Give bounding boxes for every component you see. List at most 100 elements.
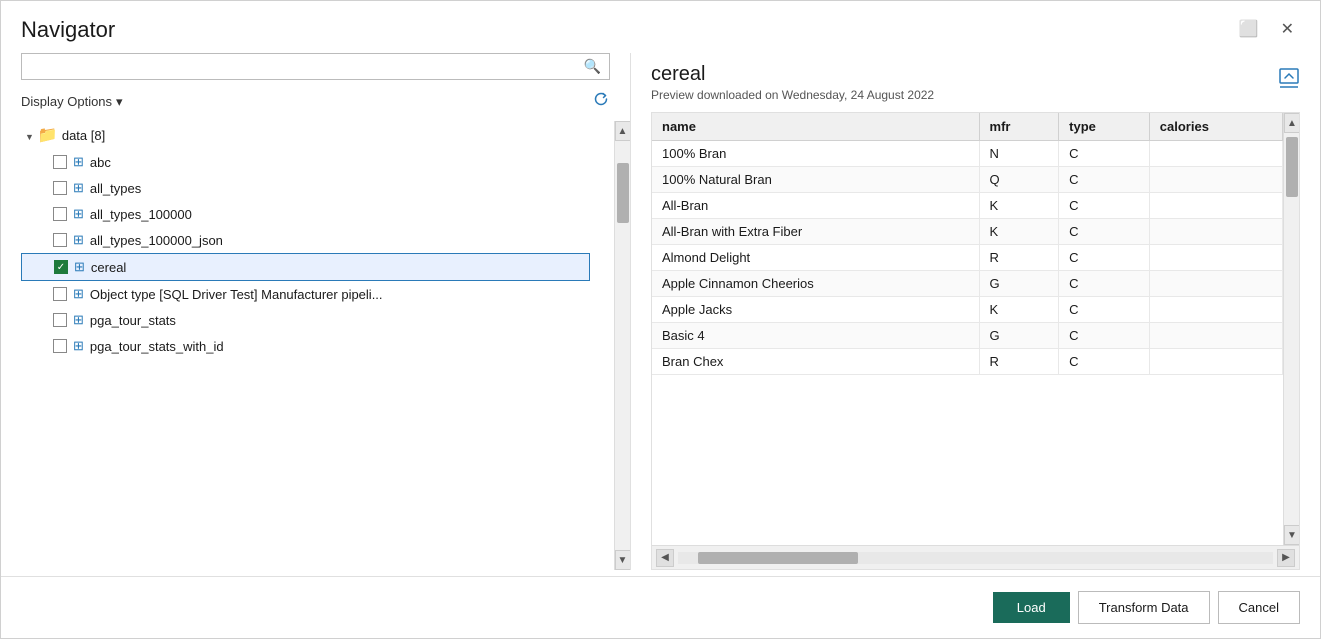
- cell-calories: [1149, 323, 1282, 349]
- cell-name: Apple Jacks: [652, 297, 979, 323]
- cell-type: C: [1059, 297, 1150, 323]
- table-row: 100% Natural BranQC: [652, 167, 1283, 193]
- cell-mfr: K: [979, 297, 1059, 323]
- table-header-row: name mfr type calories: [652, 113, 1283, 141]
- refresh-button[interactable]: [592, 90, 610, 113]
- close-button[interactable]: ✕: [1275, 20, 1300, 40]
- preview-title-group: cereal Preview downloaded on Wednesday, …: [651, 63, 934, 102]
- transform-data-button[interactable]: Transform Data: [1078, 591, 1210, 624]
- folder-label: data [8]: [62, 128, 105, 143]
- table-hscroll-thumb[interactable]: [698, 552, 858, 564]
- table-scroll-down-arrow[interactable]: ▼: [1284, 525, 1299, 545]
- scroll-thumb[interactable]: [617, 163, 629, 223]
- item-checkbox-all-types-100000[interactable]: [53, 207, 67, 221]
- item-label-cereal: cereal: [91, 260, 126, 275]
- preview-table: name mfr type calories 100% BranNC100% N…: [652, 113, 1283, 375]
- list-item[interactable]: ⊞ pga_tour_stats_with_id: [21, 333, 610, 359]
- chevron-down-icon: [116, 94, 123, 110]
- cell-calories: [1149, 193, 1282, 219]
- cancel-button[interactable]: Cancel: [1218, 591, 1300, 624]
- cell-name: 100% Bran: [652, 141, 979, 167]
- preview-refresh-button[interactable]: [1278, 67, 1300, 94]
- table-icon: ⊞: [73, 286, 84, 302]
- tree-scrollbar: ▲ ▼: [614, 121, 630, 570]
- item-label-pga-tour-stats: pga_tour_stats: [90, 313, 176, 328]
- list-item[interactable]: ⊞ all_types: [21, 175, 610, 201]
- search-bar: 🔍: [21, 53, 610, 80]
- search-icon[interactable]: 🔍: [584, 58, 601, 75]
- content-area: 🔍 Display Options: [1, 53, 1320, 570]
- table-row: Almond DelightRC: [652, 245, 1283, 271]
- maximize-button[interactable]: ⬜: [1233, 20, 1265, 40]
- table-icon: ⊞: [73, 338, 84, 354]
- table-vscrollbar: ▲ ▼: [1283, 113, 1299, 545]
- cell-mfr: K: [979, 219, 1059, 245]
- list-item[interactable]: ⊞ pga_tour_stats: [21, 307, 610, 333]
- cell-name: 100% Natural Bran: [652, 167, 979, 193]
- item-checkbox-pga-tour-stats-with-id[interactable]: [53, 339, 67, 353]
- table-scroll-track[interactable]: [1284, 133, 1299, 525]
- col-header-mfr: mfr: [979, 113, 1059, 141]
- list-item-cereal[interactable]: ⊞ cereal: [21, 253, 590, 281]
- table-row: Bran ChexRC: [652, 349, 1283, 375]
- left-panel: 🔍 Display Options: [1, 53, 631, 570]
- cell-calories: [1149, 245, 1282, 271]
- preview-subtitle: Preview downloaded on Wednesday, 24 Augu…: [651, 88, 934, 102]
- cell-mfr: R: [979, 349, 1059, 375]
- table-row: 100% BranNC: [652, 141, 1283, 167]
- scroll-down-arrow[interactable]: ▼: [615, 550, 631, 570]
- table-hscroll-right-arrow[interactable]: ▶: [1277, 549, 1295, 567]
- item-checkbox-pga-tour-stats[interactable]: [53, 313, 67, 327]
- display-options-button[interactable]: Display Options: [21, 94, 123, 110]
- item-label-all-types: all_types: [90, 181, 141, 196]
- cell-type: C: [1059, 349, 1150, 375]
- right-panel: cereal Preview downloaded on Wednesday, …: [631, 53, 1320, 570]
- item-checkbox-abc[interactable]: [53, 155, 67, 169]
- cell-calories: [1149, 297, 1282, 323]
- table-icon: ⊞: [73, 232, 84, 248]
- folder-icon: 📁: [38, 125, 58, 145]
- folder-row[interactable]: 📁 data [8]: [21, 121, 610, 149]
- title-bar: Navigator ⬜ ✕: [1, 1, 1320, 43]
- table-scroll-thumb[interactable]: [1286, 137, 1298, 197]
- display-options-bar: Display Options: [21, 90, 610, 113]
- cell-name: Apple Cinnamon Cheerios: [652, 271, 979, 297]
- list-item[interactable]: ⊞ all_types_100000: [21, 201, 610, 227]
- table-row: Apple JacksKC: [652, 297, 1283, 323]
- table-icon: ⊞: [74, 259, 85, 275]
- table-row: Apple Cinnamon CheeriosGC: [652, 271, 1283, 297]
- item-checkbox-object-type[interactable]: [53, 287, 67, 301]
- item-label-object-type: Object type [SQL Driver Test] Manufactur…: [90, 287, 383, 302]
- table-scroll-area[interactable]: name mfr type calories 100% BranNC100% N…: [652, 113, 1283, 545]
- navigator-dialog: Navigator ⬜ ✕ 🔍 Display Options: [0, 0, 1321, 639]
- table-icon: ⊞: [73, 154, 84, 170]
- table-scroll-up-arrow[interactable]: ▲: [1284, 113, 1299, 133]
- list-item[interactable]: ⊞ abc: [21, 149, 610, 175]
- preview-header: cereal Preview downloaded on Wednesday, …: [651, 53, 1300, 102]
- load-button[interactable]: Load: [993, 592, 1070, 623]
- display-options-label: Display Options: [21, 94, 112, 109]
- cell-name: Basic 4: [652, 323, 979, 349]
- list-item[interactable]: ⊞ all_types_100000_json: [21, 227, 610, 253]
- cell-type: C: [1059, 219, 1150, 245]
- cell-type: C: [1059, 323, 1150, 349]
- scroll-track[interactable]: [615, 141, 630, 550]
- table-hscroll-track[interactable]: [678, 552, 1273, 564]
- expand-icon: [25, 128, 34, 143]
- cell-mfr: G: [979, 271, 1059, 297]
- col-header-calories: calories: [1149, 113, 1282, 141]
- table-wrapper: name mfr type calories 100% BranNC100% N…: [652, 113, 1299, 545]
- table-hscroll-left-arrow[interactable]: ◀: [656, 549, 674, 567]
- item-label-abc: abc: [90, 155, 111, 170]
- cell-calories: [1149, 141, 1282, 167]
- scroll-up-arrow[interactable]: ▲: [615, 121, 631, 141]
- preview-table-container: name mfr type calories 100% BranNC100% N…: [651, 112, 1300, 570]
- list-item[interactable]: ⊞ Object type [SQL Driver Test] Manufact…: [21, 281, 610, 307]
- item-checkbox-cereal[interactable]: [54, 260, 68, 274]
- cell-type: C: [1059, 193, 1150, 219]
- item-checkbox-all-types-100000-json[interactable]: [53, 233, 67, 247]
- cell-type: C: [1059, 245, 1150, 271]
- cell-mfr: N: [979, 141, 1059, 167]
- search-input[interactable]: [30, 59, 584, 74]
- item-checkbox-all-types[interactable]: [53, 181, 67, 195]
